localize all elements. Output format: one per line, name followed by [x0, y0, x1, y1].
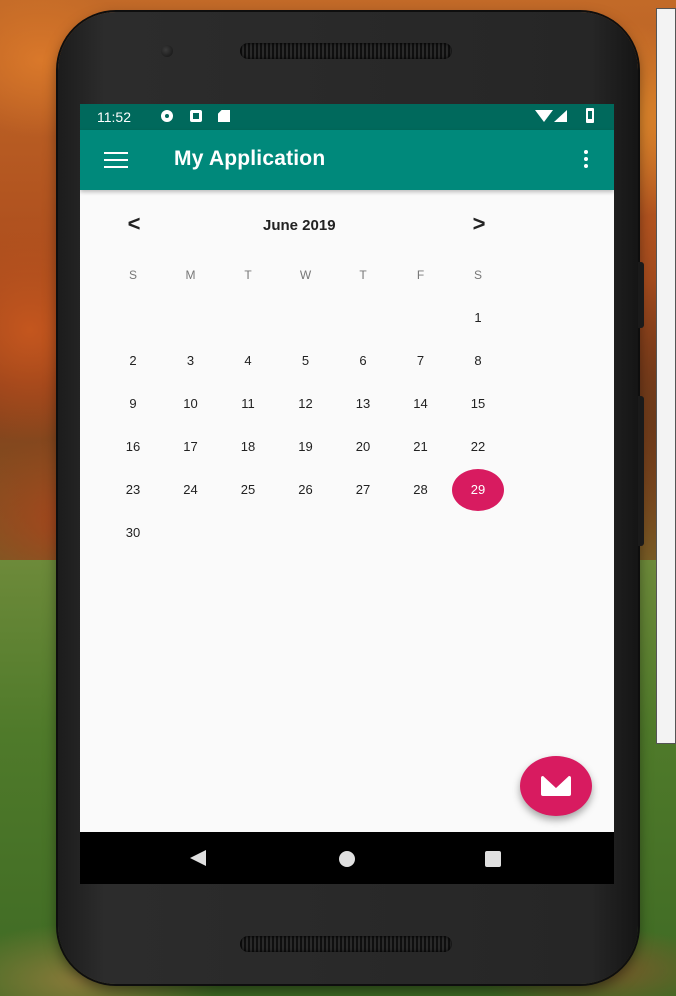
- calendar-day[interactable]: 4: [220, 340, 276, 382]
- app-title: My Application: [174, 147, 326, 170]
- selected-day[interactable]: 29: [452, 469, 504, 511]
- weekday-label: T: [244, 268, 252, 282]
- calendar-day[interactable]: 30: [105, 512, 161, 554]
- more-vert-icon[interactable]: [583, 150, 589, 172]
- weekday-label: S: [128, 268, 137, 282]
- prev-month-button[interactable]: <: [120, 210, 148, 238]
- calendar-day[interactable]: 9: [105, 383, 161, 425]
- weekday-label: T: [359, 268, 367, 282]
- home-icon[interactable]: [339, 851, 355, 867]
- side-panel: [656, 8, 676, 744]
- calendar-day[interactable]: 3: [163, 340, 219, 382]
- bottom-speaker: [240, 936, 452, 952]
- top-speaker: [240, 43, 452, 59]
- calendar-day[interactable]: 22: [450, 426, 506, 468]
- wifi-icon: [535, 110, 553, 122]
- calendar-day[interactable]: 24: [163, 469, 219, 511]
- navigation-bar: [80, 832, 614, 884]
- calendar-day[interactable]: 15: [450, 383, 506, 425]
- battery-icon: [586, 108, 594, 123]
- calendar-day[interactable]: 7: [393, 340, 449, 382]
- calendar-day[interactable]: 8: [450, 340, 506, 382]
- weekday-label: F: [416, 268, 425, 282]
- calendar-day[interactable]: 20: [335, 426, 391, 468]
- calendar-day[interactable]: 1: [450, 297, 506, 339]
- calendar-day[interactable]: 2: [105, 340, 161, 382]
- calendar-day[interactable]: 11: [220, 383, 276, 425]
- month-label: June 2019: [263, 217, 336, 234]
- calendar-day[interactable]: 14: [393, 383, 449, 425]
- mail-icon: [541, 776, 571, 796]
- calendar-day[interactable]: 18: [220, 426, 276, 468]
- calendar-day[interactable]: 23: [105, 469, 161, 511]
- calendar-day[interactable]: 12: [278, 383, 334, 425]
- signal-icon: [554, 110, 567, 122]
- calendar-day[interactable]: 16: [105, 426, 161, 468]
- volume-button[interactable]: [638, 396, 644, 546]
- back-icon[interactable]: [190, 850, 206, 866]
- calendar-header: < June 2019 >: [80, 190, 614, 260]
- calendar-day[interactable]: 6: [335, 340, 391, 382]
- phone-screen: 11:52 My Application < June 2019 > S M T W T…: [80, 104, 614, 884]
- recent-apps-icon[interactable]: [485, 851, 501, 867]
- calendar-day[interactable]: 25: [220, 469, 276, 511]
- power-button[interactable]: [638, 262, 644, 328]
- weekday-label: M: [185, 268, 196, 282]
- calendar-day[interactable]: 5: [278, 340, 334, 382]
- calendar-day[interactable]: 19: [278, 426, 334, 468]
- calendar-day[interactable]: 28: [393, 469, 449, 511]
- weekday-label: S: [473, 268, 482, 282]
- calendar-day[interactable]: 13: [335, 383, 391, 425]
- calendar-day[interactable]: 17: [163, 426, 219, 468]
- mail-fab-button[interactable]: [520, 756, 592, 816]
- hamburger-menu-icon[interactable]: [104, 152, 128, 168]
- status-bar: 11:52: [80, 104, 614, 130]
- calendar-day[interactable]: 21: [393, 426, 449, 468]
- app-bar: My Application: [80, 130, 614, 190]
- next-month-button[interactable]: >: [465, 210, 493, 238]
- status-time: 11:52: [97, 109, 131, 125]
- calendar-day[interactable]: 10: [163, 383, 219, 425]
- gear-icon: [161, 110, 173, 122]
- weekday-label: W: [299, 268, 312, 282]
- calendar-day[interactable]: 26: [278, 469, 334, 511]
- sd-card-icon: [218, 110, 230, 122]
- a-icon: [190, 110, 202, 122]
- front-camera: [161, 45, 173, 57]
- calendar-day[interactable]: 27: [335, 469, 391, 511]
